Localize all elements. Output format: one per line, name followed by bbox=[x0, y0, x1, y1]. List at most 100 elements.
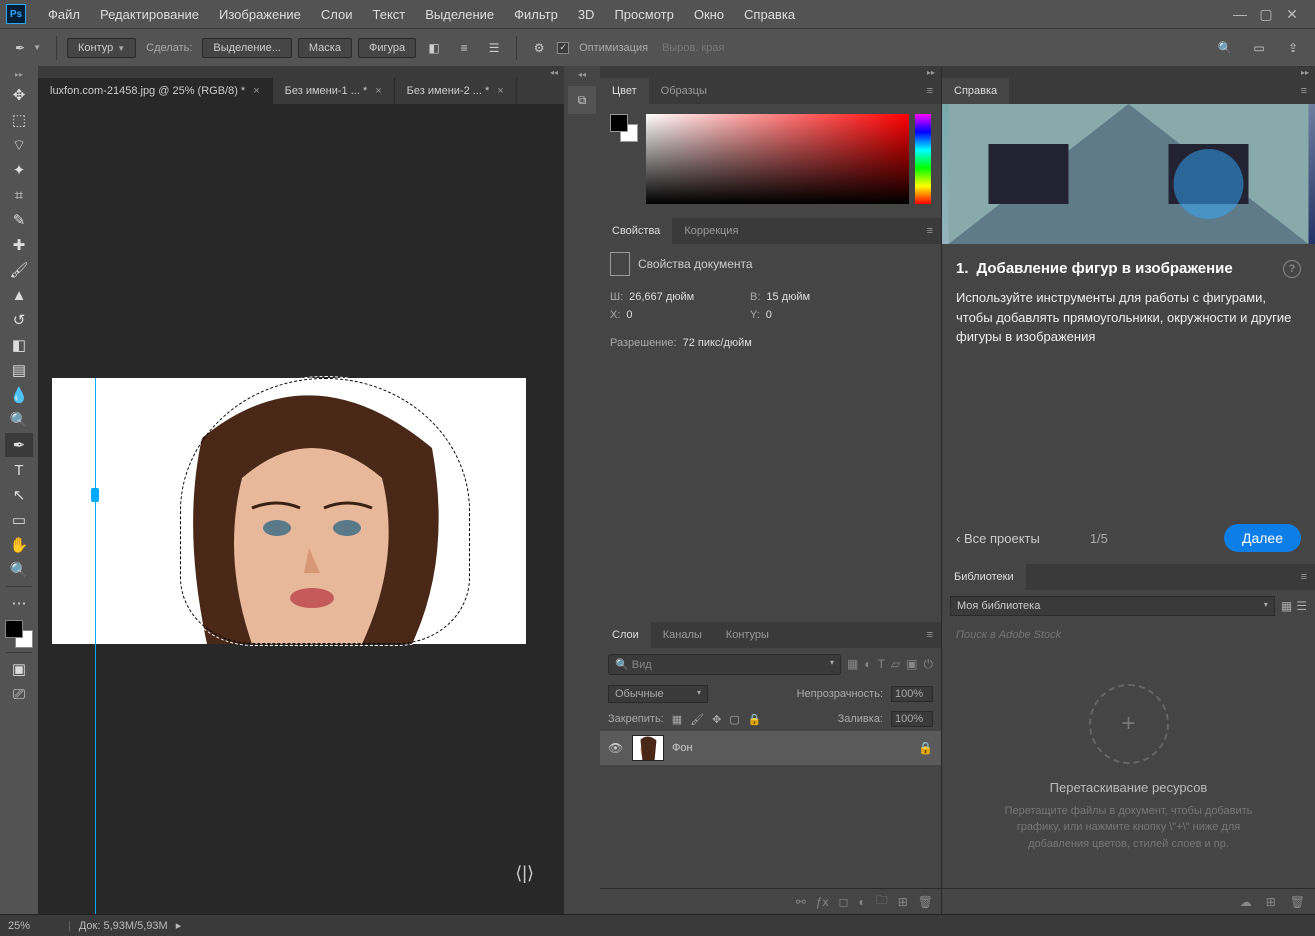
fg-color-swatch[interactable] bbox=[610, 114, 628, 132]
close-icon[interactable]: × bbox=[375, 85, 381, 97]
menu-view[interactable]: Просмотр bbox=[604, 7, 683, 22]
new-layer-icon[interactable]: ⊞ bbox=[898, 895, 908, 909]
pen-tool[interactable]: ✒ bbox=[5, 433, 33, 457]
edit-toolbar-icon[interactable]: ⋯ bbox=[5, 591, 33, 615]
optimize-checkbox[interactable]: ✓ bbox=[557, 42, 569, 54]
col1-collapse-icon[interactable]: ▸▸ bbox=[927, 68, 935, 77]
path-select-tool[interactable]: ↖ bbox=[5, 483, 33, 507]
tab-color[interactable]: Цвет bbox=[600, 78, 649, 104]
healing-tool[interactable]: ✚ bbox=[5, 233, 33, 257]
panel-menu-icon[interactable]: ≡ bbox=[919, 225, 941, 237]
lib-add-icon[interactable]: ⊞ bbox=[1266, 895, 1276, 909]
window-close-icon[interactable]: ✕ bbox=[1283, 5, 1301, 23]
path-arrangement-icon[interactable]: ☰ bbox=[482, 36, 506, 60]
search-icon[interactable]: 🔍 bbox=[1213, 36, 1237, 60]
menu-select[interactable]: Выделение bbox=[415, 7, 504, 22]
color-swatches[interactable] bbox=[5, 620, 33, 648]
tab-help[interactable]: Справка bbox=[942, 78, 1009, 104]
filter-adjust-icon[interactable]: ◐ bbox=[864, 657, 871, 672]
opacity-input[interactable] bbox=[891, 686, 933, 702]
move-tool[interactable]: ✥ bbox=[5, 83, 33, 107]
menu-image[interactable]: Изображение bbox=[209, 7, 311, 22]
menu-filter[interactable]: Фильтр bbox=[504, 7, 568, 22]
screenmode-tool[interactable]: ⎚ bbox=[5, 682, 33, 706]
link-layers-icon[interactable]: ⚯ bbox=[796, 895, 806, 909]
filter-shape-icon[interactable]: ▱ bbox=[891, 657, 900, 672]
tab-properties[interactable]: Свойства bbox=[600, 218, 672, 244]
foreground-color[interactable] bbox=[5, 620, 23, 638]
tab-layers[interactable]: Слои bbox=[600, 622, 651, 648]
library-drop-zone[interactable]: + Перетаскивание ресурсов Перетащите фай… bbox=[942, 648, 1315, 888]
menu-window[interactable]: Окно bbox=[684, 7, 734, 22]
stamp-tool[interactable]: ▲ bbox=[5, 283, 33, 307]
lib-delete-icon[interactable]: 🗑 bbox=[1290, 895, 1305, 909]
close-icon[interactable]: × bbox=[253, 85, 259, 97]
panel-menu-icon[interactable]: ≡ bbox=[1293, 85, 1315, 97]
panel-menu-icon[interactable]: ≡ bbox=[919, 629, 941, 641]
lock-artboard-icon[interactable]: ▢ bbox=[729, 713, 739, 726]
eyedropper-tool[interactable]: ✎ bbox=[5, 208, 33, 232]
color-field[interactable] bbox=[646, 114, 909, 204]
gear-icon[interactable]: ⚙ bbox=[527, 36, 551, 60]
library-dropdown[interactable]: Моя библиотека▾ bbox=[950, 596, 1275, 616]
strip-expand-icon[interactable]: ◂◂ bbox=[578, 70, 586, 82]
help-next-button[interactable]: Далее bbox=[1224, 524, 1301, 552]
layer-filter-dropdown[interactable]: 🔍 Вид▾ bbox=[608, 654, 841, 675]
menu-text[interactable]: Текст bbox=[363, 7, 416, 22]
layer-row-background[interactable]: 👁 Фон 🔒 bbox=[600, 731, 941, 765]
history-panel-icon[interactable]: ⧉ bbox=[568, 86, 596, 114]
make-mask-button[interactable]: Маска bbox=[298, 38, 352, 58]
vertical-guide[interactable] bbox=[95, 378, 96, 914]
document-tab-2[interactable]: Без имени-1 ... *× bbox=[273, 78, 395, 104]
eraser-tool[interactable]: ◧ bbox=[5, 333, 33, 357]
filter-pixel-icon[interactable]: ▦ bbox=[847, 657, 858, 672]
history-brush-tool[interactable]: ↺ bbox=[5, 308, 33, 332]
delete-layer-icon[interactable]: 🗑 bbox=[918, 895, 933, 909]
tool-preset-dropdown[interactable]: ✒▼ bbox=[10, 38, 46, 58]
panel-menu-icon[interactable]: ≡ bbox=[1293, 571, 1315, 583]
canvas-viewport[interactable]: ⟨|⟩ bbox=[38, 104, 564, 914]
dodge-tool[interactable]: 🔍 bbox=[5, 408, 33, 432]
document-tab-1[interactable]: luxfon.com-21458.jpg @ 25% (RGB/8) *× bbox=[38, 78, 273, 104]
toolbar-collapse-icon[interactable]: ▸▸ bbox=[15, 70, 23, 82]
lasso-tool[interactable]: ⌔ bbox=[5, 133, 33, 157]
quick-select-tool[interactable]: ✦ bbox=[5, 158, 33, 182]
path-operations-icon[interactable]: ◧ bbox=[422, 36, 446, 60]
help-info-icon[interactable]: ? bbox=[1283, 260, 1301, 278]
help-back-button[interactable]: ‹ Все проекты bbox=[956, 531, 1040, 546]
hand-tool[interactable]: ✋ bbox=[5, 533, 33, 557]
tab-libraries[interactable]: Библиотеки bbox=[942, 564, 1026, 590]
adobe-stock-search-input[interactable] bbox=[950, 626, 1307, 644]
type-tool[interactable]: T bbox=[5, 458, 33, 482]
menu-file[interactable]: Файл bbox=[38, 7, 90, 22]
layer-thumbnail[interactable] bbox=[632, 735, 664, 761]
path-alignment-icon[interactable]: ≡ bbox=[452, 36, 476, 60]
filter-toggle-icon[interactable]: ⏻ bbox=[924, 657, 934, 672]
docs-collapse-icon[interactable]: ◂◂ bbox=[550, 68, 558, 77]
zoom-level[interactable]: 25% bbox=[8, 920, 68, 932]
lib-cloud-icon[interactable]: ☁ bbox=[1240, 895, 1252, 909]
eye-icon[interactable]: 👁 bbox=[608, 741, 624, 755]
gradient-tool[interactable]: ▤ bbox=[5, 358, 33, 382]
quickmask-tool[interactable]: ▣ bbox=[5, 657, 33, 681]
window-maximize-icon[interactable]: ▢ bbox=[1257, 5, 1275, 23]
adjustment-layer-icon[interactable]: ◐ bbox=[858, 895, 865, 909]
path-mode-dropdown[interactable]: Контур▼ bbox=[67, 38, 136, 58]
rectangle-tool[interactable]: ▭ bbox=[5, 508, 33, 532]
filter-type-icon[interactable]: T bbox=[878, 657, 885, 672]
layer-name[interactable]: Фон bbox=[672, 742, 910, 754]
lock-position-icon[interactable]: ✥ bbox=[712, 713, 721, 726]
lock-all-icon[interactable]: 🔒 bbox=[748, 713, 762, 726]
col2-collapse-icon[interactable]: ▸▸ bbox=[1301, 68, 1309, 77]
lock-transparency-icon[interactable]: ▦ bbox=[672, 713, 682, 726]
menu-3d[interactable]: 3D bbox=[568, 7, 605, 22]
lock-icon[interactable]: 🔒 bbox=[918, 741, 933, 755]
blur-tool[interactable]: 💧 bbox=[5, 383, 33, 407]
brush-tool[interactable]: 🖌 bbox=[5, 258, 33, 282]
tab-swatches[interactable]: Образцы bbox=[649, 78, 719, 104]
layer-fx-icon[interactable]: ƒx bbox=[816, 895, 829, 909]
panel-menu-icon[interactable]: ≡ bbox=[919, 85, 941, 97]
hue-slider[interactable] bbox=[915, 114, 931, 204]
document-tab-3[interactable]: Без имени-2 ... *× bbox=[395, 78, 517, 104]
status-chevron-icon[interactable]: ▸ bbox=[176, 919, 182, 932]
